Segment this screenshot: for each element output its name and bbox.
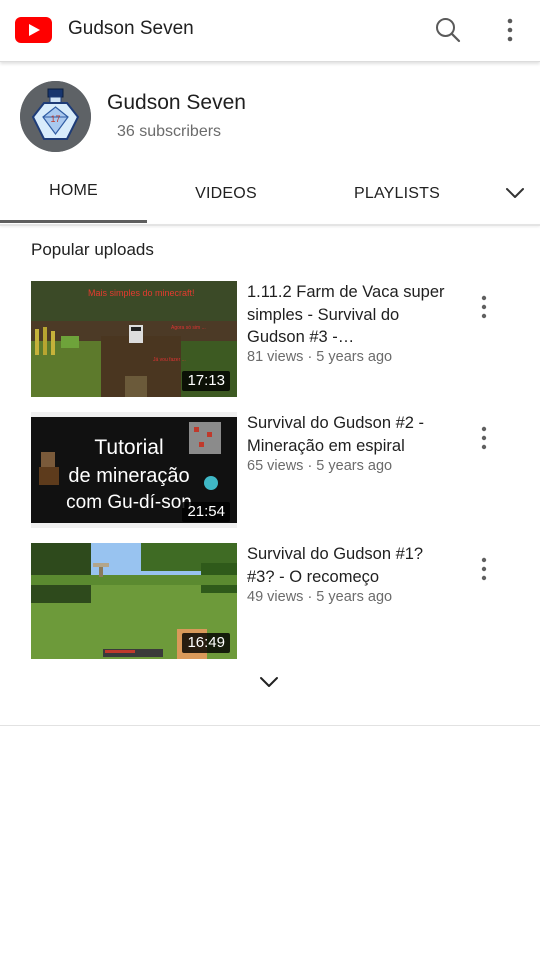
- expand-more-icon[interactable]: [257, 672, 281, 692]
- video-duration: 16:49: [182, 633, 230, 653]
- video-item[interactable]: 16:49 Survival do Gudson #1? #3? - O rec…: [0, 543, 540, 661]
- section-title: Popular uploads: [31, 240, 154, 259]
- svg-text:Já vou fazer ...: Já vou fazer ...: [153, 357, 186, 363]
- video-meta: 81 views · 5 years ago: [247, 349, 393, 365]
- potion-bottle-icon: 17: [20, 81, 91, 152]
- video-thumbnail[interactable]: Mais simples do minecraft! Agora só sim …: [31, 281, 237, 397]
- video-title[interactable]: 1.11.2 Farm de Vaca super simples - Surv…: [247, 281, 447, 349]
- search-icon[interactable]: [432, 14, 464, 46]
- thumbnail-caption-line1: Tutorial: [94, 436, 163, 459]
- thumbnail-caption: Mais simples do minecraft!: [88, 288, 195, 298]
- thumbnail-caption-line3: com Gu-dí-son: [66, 492, 192, 513]
- tab-selected-indicator: [0, 220, 147, 223]
- svg-text:17: 17: [50, 114, 60, 124]
- app-bar: Gudson Seven: [0, 0, 540, 62]
- video-title[interactable]: Survival do Gudson #1? #3? - O recomeço: [247, 543, 447, 588]
- video-title[interactable]: Survival do Gudson #2 - Mineração em esp…: [247, 412, 447, 457]
- more-vert-icon[interactable]: [496, 14, 524, 46]
- channel-tabs: HOME VIDEOS PLAYLISTS: [0, 166, 540, 224]
- youtube-logo-icon[interactable]: [15, 17, 52, 43]
- video-meta: 65 views · 5 years ago: [247, 458, 393, 474]
- section-divider: [0, 725, 540, 726]
- video-item[interactable]: Tutorial de mineração com Gu-dí-son 21:5…: [0, 412, 540, 530]
- app-bar-title: Gudson Seven: [68, 18, 194, 39]
- video-meta: 49 views · 5 years ago: [247, 589, 393, 605]
- more-vert-icon[interactable]: [474, 424, 494, 452]
- tab-videos[interactable]: VIDEOS: [152, 166, 300, 222]
- tab-playlists[interactable]: PLAYLISTS: [330, 166, 464, 222]
- video-item[interactable]: Mais simples do minecraft! Agora só sim …: [0, 281, 540, 399]
- video-duration: 17:13: [182, 371, 230, 391]
- more-vert-icon[interactable]: [474, 293, 494, 321]
- channel-avatar[interactable]: 17: [20, 81, 91, 152]
- tab-home[interactable]: HOME: [0, 166, 147, 222]
- svg-text:Agora só sim ...: Agora só sim ...: [171, 325, 206, 331]
- chevron-down-icon[interactable]: [503, 181, 527, 205]
- more-vert-icon[interactable]: [474, 555, 494, 583]
- tabs-divider: [0, 224, 540, 226]
- thumbnail-caption-line2: de mineração: [68, 465, 189, 487]
- channel-name: Gudson Seven: [107, 91, 246, 114]
- video-thumbnail[interactable]: Tutorial de mineração com Gu-dí-son 21:5…: [31, 412, 237, 528]
- video-thumbnail[interactable]: 16:49: [31, 543, 237, 659]
- video-duration: 21:54: [182, 502, 230, 522]
- subscriber-count: 36 subscribers: [117, 123, 222, 140]
